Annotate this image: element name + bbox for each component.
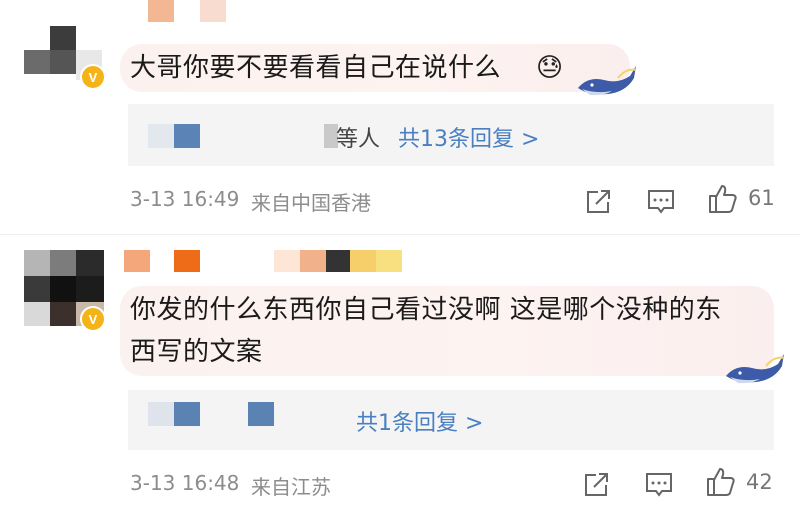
share-icon[interactable] <box>580 467 614 501</box>
like-count: 61 <box>748 186 775 210</box>
comment-text: 大哥你要不要看看自己在说什么 <box>130 53 502 83</box>
timestamp: 3-13 16:48 <box>130 471 240 495</box>
comment-divider <box>0 234 800 235</box>
comment-icon[interactable] <box>642 467 676 501</box>
verified-badge-icon: V <box>80 64 106 90</box>
thumbs-up-icon[interactable] <box>704 465 738 499</box>
comment-text-line-1: 你发的什么东西你自己看过没啊 这是哪个没种的东 <box>130 295 722 325</box>
verified-badge-icon: V <box>80 306 106 332</box>
username[interactable] <box>124 250 404 272</box>
like-count: 42 <box>746 470 773 494</box>
location: 来自中国香港 <box>251 191 371 215</box>
timestamp: 3-13 16:49 <box>130 187 240 211</box>
reply-usernames: 等人 <box>336 127 381 152</box>
comment-text-line-2: 西写的文案 <box>130 337 263 367</box>
view-replies-link[interactable]: 共1条回复 > <box>356 405 483 437</box>
share-icon[interactable] <box>582 184 616 218</box>
location: 来自江苏 <box>251 475 331 499</box>
view-replies-link[interactable]: 共13条回复 > <box>398 121 539 153</box>
sweat-emoji-icon: 😓 <box>536 53 564 83</box>
comment-icon[interactable] <box>644 184 678 218</box>
reply-avatars <box>148 402 348 426</box>
reply-avatars <box>148 124 204 148</box>
whale-icon <box>726 354 785 384</box>
username[interactable] <box>148 0 228 22</box>
whale-icon <box>578 66 637 96</box>
thumbs-up-icon[interactable] <box>706 182 740 216</box>
